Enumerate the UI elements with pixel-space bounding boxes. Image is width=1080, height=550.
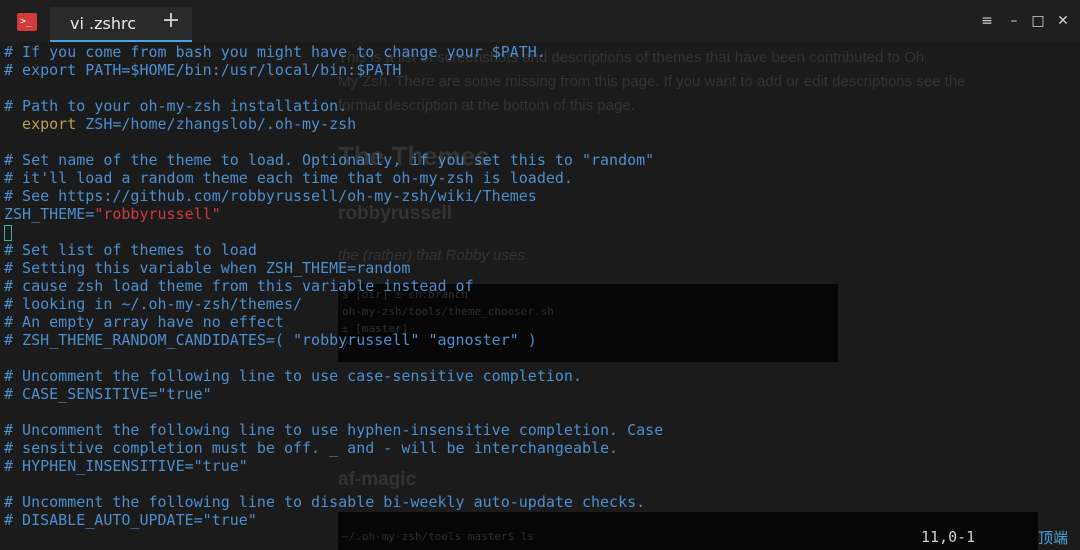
- code-token: # See https://github.com/robbyrussell/oh…: [4, 187, 537, 205]
- editor-line[interactable]: # DISABLE_AUTO_UPDATE="true": [4, 511, 1080, 529]
- editor-line[interactable]: [4, 133, 1080, 151]
- editor-line[interactable]: # Set name of the theme to load. Optiona…: [4, 151, 1080, 169]
- vim-editor-buffer[interactable]: # If you come from bash you might have t…: [4, 43, 1080, 543]
- editor-line[interactable]: # Set list of themes to load: [4, 241, 1080, 259]
- editor-line[interactable]: # If you come from bash you might have t…: [4, 43, 1080, 61]
- code-token: # Set list of themes to load: [4, 241, 257, 259]
- editor-line[interactable]: [4, 403, 1080, 421]
- terminal-app-icon: >_: [17, 13, 37, 31]
- tab-title: vi .zshrc: [70, 14, 136, 33]
- editor-line[interactable]: # Uncomment the following line to use ca…: [4, 367, 1080, 385]
- editor-line[interactable]: # An empty array have no effect: [4, 313, 1080, 331]
- editor-line[interactable]: # cause zsh load theme from this variabl…: [4, 277, 1080, 295]
- editor-line[interactable]: # Setting this variable when ZSH_THEME=r…: [4, 259, 1080, 277]
- maximize-button[interactable]: □: [1028, 11, 1048, 31]
- code-token: # Path to your oh-my-zsh installation.: [4, 97, 348, 115]
- editor-line[interactable]: # CASE_SENSITIVE="true": [4, 385, 1080, 403]
- editor-line[interactable]: # Uncomment the following line to use hy…: [4, 421, 1080, 439]
- code-token: ZSH=/home/zhangslob/.oh-my-zsh: [76, 115, 357, 133]
- code-token: # Set name of the theme to load. Optiona…: [4, 151, 655, 169]
- minimize-button[interactable]: –: [1004, 11, 1024, 31]
- close-button[interactable]: ✕: [1053, 11, 1073, 31]
- code-token: # Uncomment the following line to use hy…: [4, 421, 664, 439]
- code-token: # DISABLE_AUTO_UPDATE="true": [4, 511, 257, 529]
- code-token: # Uncomment the following line to use ca…: [4, 367, 582, 385]
- code-token: "robbyrussell": [94, 205, 221, 223]
- editor-line[interactable]: [4, 349, 1080, 367]
- code-token: # looking in ~/.oh-my-zsh/themes/: [4, 295, 303, 313]
- editor-line[interactable]: # it'll load a random theme each time th…: [4, 169, 1080, 187]
- editor-line[interactable]: # sensitive completion must be off. _ an…: [4, 439, 1080, 457]
- editor-line[interactable]: [4, 79, 1080, 97]
- code-token: # cause zsh load theme from this variabl…: [4, 277, 474, 295]
- new-tab-button[interactable]: +: [158, 8, 184, 34]
- editor-line[interactable]: ZSH_THEME="robbyrussell": [4, 205, 1080, 223]
- editor-line[interactable]: [4, 223, 1080, 241]
- scroll-position: 顶端: [1038, 529, 1069, 547]
- code-token: # Uncomment the following line to disabl…: [4, 493, 646, 511]
- code-token: # If you come from bash you might have t…: [4, 43, 546, 61]
- editor-line[interactable]: # See https://github.com/robbyrussell/oh…: [4, 187, 1080, 205]
- editor-line[interactable]: [4, 475, 1080, 493]
- code-token: # ZSH_THEME_RANDOM_CANDIDATES=( "robbyru…: [4, 331, 537, 349]
- code-token: export: [4, 115, 77, 133]
- title-bar: >_ vi .zshrc + ≡ – □ ✕: [0, 0, 1080, 42]
- editor-line[interactable]: # Uncomment the following line to disabl…: [4, 493, 1080, 511]
- cursor-position: 11,0-1: [921, 528, 976, 546]
- editor-line[interactable]: # HYPHEN_INSENSITIVE="true": [4, 457, 1080, 475]
- editor-line[interactable]: # export PATH=$HOME/bin:/usr/local/bin:$…: [4, 61, 1080, 79]
- code-token: # An empty array have no effect: [4, 313, 284, 331]
- code-token: # Setting this variable when ZSH_THEME=r…: [4, 259, 411, 277]
- code-token: # CASE_SENSITIVE="true": [4, 385, 212, 403]
- code-token: # HYPHEN_INSENSITIVE="true": [4, 457, 248, 475]
- text-cursor: [4, 224, 12, 241]
- editor-line[interactable]: # looking in ~/.oh-my-zsh/themes/: [4, 295, 1080, 313]
- code-token: ZSH_THEME=: [4, 205, 95, 223]
- editor-line[interactable]: export ZSH=/home/zhangslob/.oh-my-zsh: [4, 115, 1080, 133]
- editor-line[interactable]: # ZSH_THEME_RANDOM_CANDIDATES=( "robbyru…: [4, 331, 1080, 349]
- menu-icon[interactable]: ≡: [977, 11, 997, 31]
- code-token: # it'll load a random theme each time th…: [4, 169, 573, 187]
- editor-line[interactable]: # Path to your oh-my-zsh installation.: [4, 97, 1080, 115]
- code-token: # export PATH=$HOME/bin:/usr/local/bin:$…: [4, 61, 402, 79]
- code-token: # sensitive completion must be off. _ an…: [4, 439, 619, 457]
